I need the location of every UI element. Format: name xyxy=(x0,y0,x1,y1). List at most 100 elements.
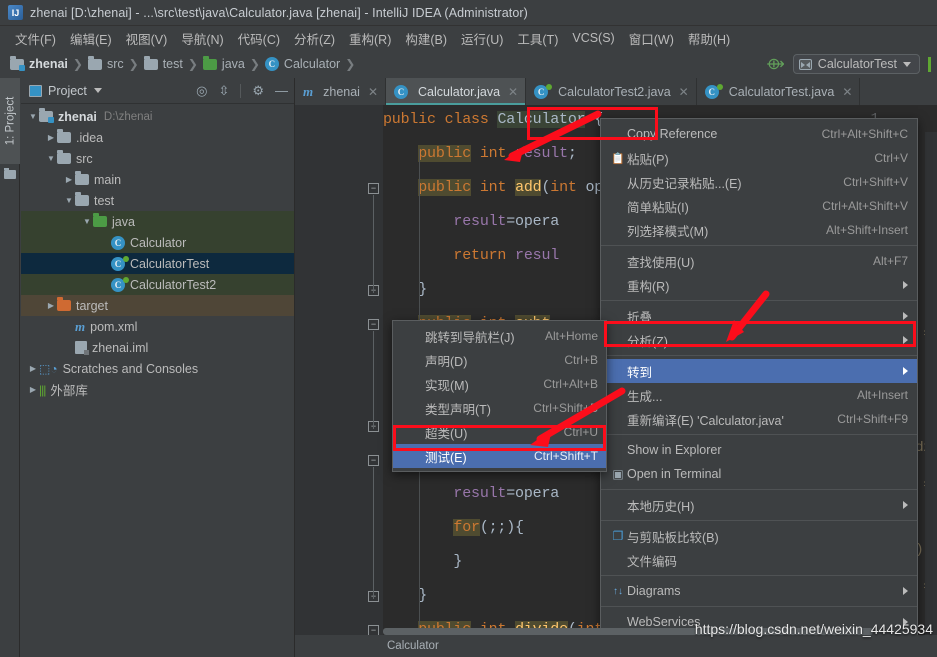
editor-tab-calculatortest2-java[interactable]: C CalculatorTest2.java ✕ xyxy=(526,78,697,105)
folder-icon xyxy=(75,192,89,206)
chevron-right-icon[interactable]: ▶ xyxy=(27,364,39,373)
context-menu-item-10[interactable]: 生成... Alt+Insert xyxy=(601,383,917,407)
menubar-item-11[interactable]: 窗口(W) xyxy=(622,27,681,50)
editor-context-menu[interactable]: Copy Reference Ctrl+Alt+Shift+C 📋 粘贴(P) Ctrl… xyxy=(600,118,918,657)
context-menu-item-3[interactable]: 简单粘贴(I) Ctrl+Alt+Shift+V xyxy=(601,194,917,218)
menubar-item-5[interactable]: 分析(Z) xyxy=(287,27,342,50)
context-menu-item-13[interactable]: ▣ Open in Terminal xyxy=(601,462,917,486)
tree-item-target[interactable]: ▶ target xyxy=(21,295,294,316)
code-folding-toggle[interactable]: − xyxy=(367,318,380,331)
chevron-right-icon[interactable]: ▶ xyxy=(45,133,57,142)
chevron-right-icon xyxy=(903,336,908,344)
menu-item-label: 重新编译(E) 'Calculator.java' xyxy=(627,413,784,428)
locate-icon[interactable]: ◎ xyxy=(196,84,207,97)
menubar-item-7[interactable]: 构建(B) xyxy=(398,27,454,50)
context-menu-item-11[interactable]: 重新编译(E) 'Calculator.java' Ctrl+Shift+F9 xyxy=(601,407,917,431)
goto-submenu-item-5[interactable]: 测试(E) Ctrl+Shift+T xyxy=(393,444,606,468)
goto-submenu[interactable]: 跳转到导航栏(J) Alt+Home 声明(D) Ctrl+B 实现(M) Ctrl+Al… xyxy=(392,320,607,472)
context-menu-item-2[interactable]: 从历史记录粘贴...(E) Ctrl+Shift+V xyxy=(601,170,917,194)
tree-item-src[interactable]: ▼ src xyxy=(21,148,294,169)
structure-folder-icon[interactable] xyxy=(4,168,16,179)
context-menu-item-9[interactable]: 转到 xyxy=(601,359,917,383)
tree-item-zhenai-iml[interactable]: zhenai.iml xyxy=(21,337,294,358)
tree-item----[interactable]: ▶ ||| 外部库 xyxy=(21,379,294,400)
chevron-down-icon[interactable]: ▼ xyxy=(45,154,57,163)
menubar-item-12[interactable]: 帮助(H) xyxy=(681,27,737,50)
close-icon[interactable]: ✕ xyxy=(508,85,518,99)
tree-item-label: test xyxy=(94,193,115,208)
run-button[interactable] xyxy=(928,56,931,72)
tree-item-test[interactable]: ▼ test xyxy=(21,190,294,211)
context-menu-item-16[interactable]: 文件编码 xyxy=(601,548,917,572)
fold-region-line xyxy=(373,467,374,599)
context-menu-item-7[interactable]: 折叠 xyxy=(601,304,917,328)
tree-item-calculatortest2[interactable]: C CalculatorTest2 xyxy=(21,274,294,295)
breadcrumb-item-src[interactable]: src ❯ xyxy=(87,55,144,71)
run-configuration-selector[interactable]: CalculatorTest xyxy=(792,54,920,74)
chevron-right-icon[interactable]: ▶ xyxy=(45,301,57,310)
goto-submenu-item-4[interactable]: 超类(U) Ctrl+U xyxy=(393,420,606,444)
breadcrumb-item-test[interactable]: test ❯ xyxy=(143,55,203,71)
context-menu-item-12[interactable]: Show in Explorer xyxy=(601,438,917,462)
source-folder-icon xyxy=(202,55,217,70)
context-menu-item-14[interactable]: 本地历史(H) xyxy=(601,493,917,517)
goto-submenu-item-1[interactable]: 声明(D) Ctrl+B xyxy=(393,348,606,372)
tree-item-pom-xml[interactable]: m pom.xml xyxy=(21,316,294,337)
breadcrumb-item-zhenai[interactable]: zhenai ❯ xyxy=(10,55,88,71)
tree-item-scratches-and-consoles[interactable]: ▶ ⬚◔ Scratches and Consoles xyxy=(21,358,294,379)
editor-tabs: m zhenai ✕ C Calculator.java ✕ C CalculatorTest… xyxy=(295,78,937,105)
menubar-item-2[interactable]: 视图(V) xyxy=(119,27,175,50)
context-menu-item-6[interactable]: 重构(R) xyxy=(601,273,917,297)
chevron-right-icon[interactable]: ▶ xyxy=(63,175,75,184)
menubar-item-6[interactable]: 重构(R) xyxy=(342,27,398,50)
menubar-item-8[interactable]: 运行(U) xyxy=(454,27,510,50)
close-icon[interactable]: ✕ xyxy=(842,85,852,99)
context-menu-item-17[interactable]: ↑↓ Diagrams xyxy=(601,579,917,603)
code-folding-toggle[interactable]: − xyxy=(367,182,380,195)
close-icon[interactable]: ✕ xyxy=(679,85,689,99)
chevron-down-icon[interactable]: ▼ xyxy=(27,112,39,121)
tree-item-path: D:\zhenai xyxy=(103,110,153,123)
sidebar-item-project[interactable]: 1: Project xyxy=(0,78,20,164)
editor-tab-calculator-java[interactable]: C Calculator.java ✕ xyxy=(386,78,527,105)
collapse-all-icon[interactable]: ⇳ xyxy=(218,84,229,97)
goto-submenu-item-2[interactable]: 实现(M) Ctrl+Alt+B xyxy=(393,372,606,396)
context-menu-item-4[interactable]: 列选择模式(M) Alt+Shift+Insert xyxy=(601,218,917,242)
editor-tab-calculatortest-java[interactable]: C CalculatorTest.java ✕ xyxy=(697,78,861,105)
context-menu-item-8[interactable]: 分析(Z) xyxy=(601,328,917,352)
editor-tab-zhenai[interactable]: m zhenai ✕ xyxy=(295,78,387,105)
close-icon[interactable]: ✕ xyxy=(368,85,378,99)
settings-gear-icon[interactable]: ⚙ xyxy=(252,84,264,97)
menubar-item-1[interactable]: 编辑(E) xyxy=(63,27,119,50)
hammer-icon[interactable]: ⟴ xyxy=(766,54,785,74)
menubar-item-0[interactable]: 文件(F) xyxy=(8,27,63,50)
menu-item-label: 重构(R) xyxy=(627,279,670,294)
context-menu-item-5[interactable]: 查找使用(U) Alt+F7 xyxy=(601,249,917,273)
breadcrumb-item-Calculator[interactable]: C Calculator ❯ xyxy=(264,57,360,71)
goto-submenu-item-3[interactable]: 类型声明(T) Ctrl+Shift+B xyxy=(393,396,606,420)
goto-submenu-item-0[interactable]: 跳转到导航栏(J) Alt+Home xyxy=(393,324,606,348)
tree-item--idea[interactable]: ▶ .idea xyxy=(21,127,294,148)
tree-item-label: pom.xml xyxy=(90,319,138,334)
hide-icon[interactable]: — xyxy=(275,84,288,97)
breadcrumb-item-java[interactable]: java ❯ xyxy=(202,55,265,71)
chevron-down-icon[interactable]: ▼ xyxy=(63,196,75,205)
tree-item-main[interactable]: ▶ main xyxy=(21,169,294,190)
menubar-item-10[interactable]: VCS(S) xyxy=(565,29,621,47)
code-folding-toggle[interactable]: − xyxy=(367,454,380,467)
chevron-down-icon[interactable] xyxy=(93,88,102,93)
context-menu-item-0[interactable]: Copy Reference Ctrl+Alt+Shift+C xyxy=(601,122,917,146)
tree-item-calculatortest[interactable]: C CalculatorTest xyxy=(21,253,294,274)
tree-item-calculator[interactable]: C Calculator xyxy=(21,232,294,253)
context-menu-item-15[interactable]: ❐ 与剪贴板比较(B) xyxy=(601,524,917,548)
menubar-item-3[interactable]: 导航(N) xyxy=(174,27,230,50)
menubar-item-4[interactable]: 代码(C) xyxy=(231,27,287,50)
chevron-right-icon[interactable]: ▶ xyxy=(27,385,39,394)
tree-item-zhenai[interactable]: ▼ zhenai D:\zhenai xyxy=(21,106,294,127)
chevron-down-icon[interactable]: ▼ xyxy=(81,217,93,226)
context-menu-item-1[interactable]: 📋 粘贴(P) Ctrl+V xyxy=(601,146,917,170)
tree-item-label: main xyxy=(94,172,122,187)
code-token: class xyxy=(444,111,498,128)
menubar-item-9[interactable]: 工具(T) xyxy=(510,27,565,50)
tree-item-java[interactable]: ▼ java xyxy=(21,211,294,232)
